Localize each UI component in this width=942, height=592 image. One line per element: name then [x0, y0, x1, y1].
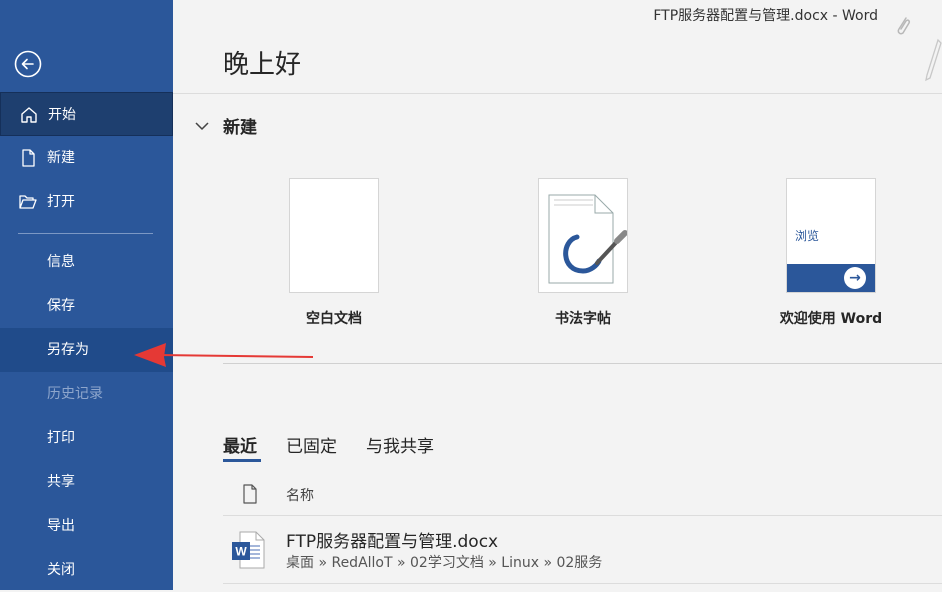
- sidebar-item-share[interactable]: 共享: [0, 460, 173, 504]
- divider: [223, 583, 942, 584]
- back-arrow-icon[interactable]: [14, 50, 42, 78]
- sidebar-item-new[interactable]: 新建: [0, 136, 173, 180]
- template-thumb-text: 浏览: [795, 229, 820, 243]
- sidebar-item-label: 共享: [47, 474, 75, 490]
- template-label[interactable]: 欢迎使用 Word: [771, 308, 891, 328]
- template-calligraphy[interactable]: [538, 178, 628, 293]
- sidebar-item-home[interactable]: 开始: [0, 92, 173, 136]
- sidebar-item-close[interactable]: 关闭: [0, 548, 173, 592]
- sidebar-item-label: 信息: [47, 254, 75, 270]
- sidebar-item-save[interactable]: 保存: [0, 284, 173, 328]
- annotation-arrow: [134, 343, 314, 367]
- template-band: →: [787, 264, 875, 292]
- column-header-name[interactable]: 名称: [286, 485, 314, 505]
- sidebar-item-label: 新建: [47, 150, 75, 166]
- sidebar-item-label: 关闭: [47, 562, 75, 578]
- new-section-title: 新建: [223, 118, 257, 138]
- arrow-right-icon: →: [844, 267, 866, 289]
- word-document-icon: W: [232, 531, 265, 569]
- new-doc-icon: [22, 149, 35, 167]
- divider: [223, 515, 942, 516]
- sidebar-item-label: 历史记录: [47, 386, 103, 402]
- sidebar-item-label: 导出: [47, 518, 75, 534]
- sidebar-item-label: 打开: [47, 194, 75, 210]
- template-label[interactable]: 空白文档: [289, 308, 379, 328]
- active-tab-indicator: [223, 459, 261, 462]
- sidebar-item-label: 另存为: [47, 342, 89, 358]
- calligraphy-icon: [548, 194, 628, 284]
- tab-recent[interactable]: 最近: [223, 432, 257, 457]
- sidebar-item-label: 开始: [48, 107, 76, 123]
- template-label[interactable]: 书法字帖: [538, 308, 628, 328]
- template-welcome-word[interactable]: 浏览 →: [786, 178, 876, 293]
- recent-file-path: 桌面 » RedAlloT » 02学习文档 » Linux » 02服务: [286, 555, 603, 571]
- file-icon: [243, 484, 257, 504]
- tab-shared-with-me[interactable]: 与我共享: [366, 432, 434, 457]
- chevron-down-icon[interactable]: [194, 118, 210, 134]
- tab-pinned[interactable]: 已固定: [286, 432, 337, 457]
- sidebar-item-export[interactable]: 导出: [0, 504, 173, 548]
- sidebar-divider: [18, 233, 153, 234]
- sidebar-item-history: 历史记录: [0, 372, 173, 416]
- sidebar-item-info[interactable]: 信息: [0, 240, 173, 284]
- home-icon: [21, 107, 37, 123]
- svg-text:W: W: [235, 545, 247, 559]
- folder-open-icon: [19, 195, 37, 209]
- divider: [223, 363, 942, 364]
- recent-file-name[interactable]: FTP服务器配置与管理.docx: [286, 527, 498, 552]
- paperclip-icon: [897, 17, 910, 35]
- window-title: FTP服务器配置与管理.docx - Word: [653, 8, 878, 24]
- template-blank-document[interactable]: [289, 178, 379, 293]
- sidebar-item-print[interactable]: 打印: [0, 416, 173, 460]
- pen-icon: [925, 38, 942, 82]
- divider: [173, 93, 942, 94]
- sidebar-item-open[interactable]: 打开: [0, 180, 173, 224]
- greeting-heading: 晚上好: [223, 50, 302, 80]
- sidebar-item-label: 保存: [47, 298, 75, 314]
- sidebar-item-label: 打印: [47, 430, 75, 446]
- backstage-sidebar: 开始 新建 打开 信息 保存 另存为 历史记录 打印 共享 导出 关闭: [0, 0, 173, 590]
